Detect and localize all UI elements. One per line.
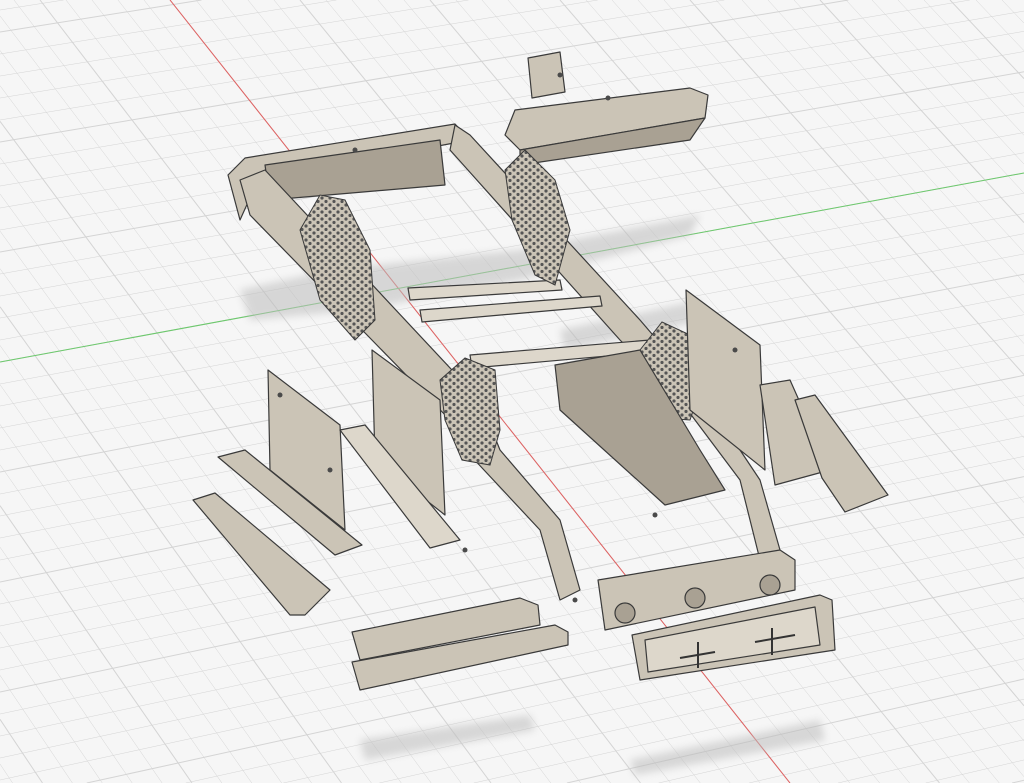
cross-bar-2[interactable] xyxy=(419,295,603,323)
grid-line xyxy=(0,464,223,783)
bumper-bolt-3 xyxy=(759,574,781,596)
grid-line xyxy=(741,0,1024,314)
grid-line xyxy=(0,505,193,783)
grid-line xyxy=(0,0,337,55)
grid-line xyxy=(0,0,970,165)
grid-line xyxy=(925,759,1024,783)
grid-line xyxy=(0,763,13,783)
grid-line xyxy=(0,0,598,99)
grid-line xyxy=(0,631,103,783)
grid-line xyxy=(86,577,1024,783)
grid-line xyxy=(837,739,1024,783)
grid-line xyxy=(0,0,64,11)
grid-line xyxy=(819,0,1024,223)
grid-line xyxy=(0,0,202,33)
grid-line xyxy=(0,0,469,77)
grid-line xyxy=(767,0,1024,283)
3d-viewport[interactable] xyxy=(0,0,1024,783)
grid-line xyxy=(923,0,1024,107)
grid-line xyxy=(0,0,849,143)
grid-line xyxy=(0,557,1024,781)
grid-line xyxy=(658,698,1024,783)
grid-line xyxy=(0,71,1024,253)
chassis-model[interactable] xyxy=(192,51,889,691)
canvas-scene[interactable] xyxy=(0,0,1024,783)
bumper-bolt-2 xyxy=(684,587,706,609)
grid-line xyxy=(897,0,1024,136)
grid-line xyxy=(689,0,1024,376)
grid-line xyxy=(0,476,1024,693)
grid-line xyxy=(473,658,1024,783)
grid-line xyxy=(975,0,1024,51)
left-rear-shock-tower[interactable] xyxy=(299,194,376,341)
bumper-bolt-1 xyxy=(614,602,636,624)
